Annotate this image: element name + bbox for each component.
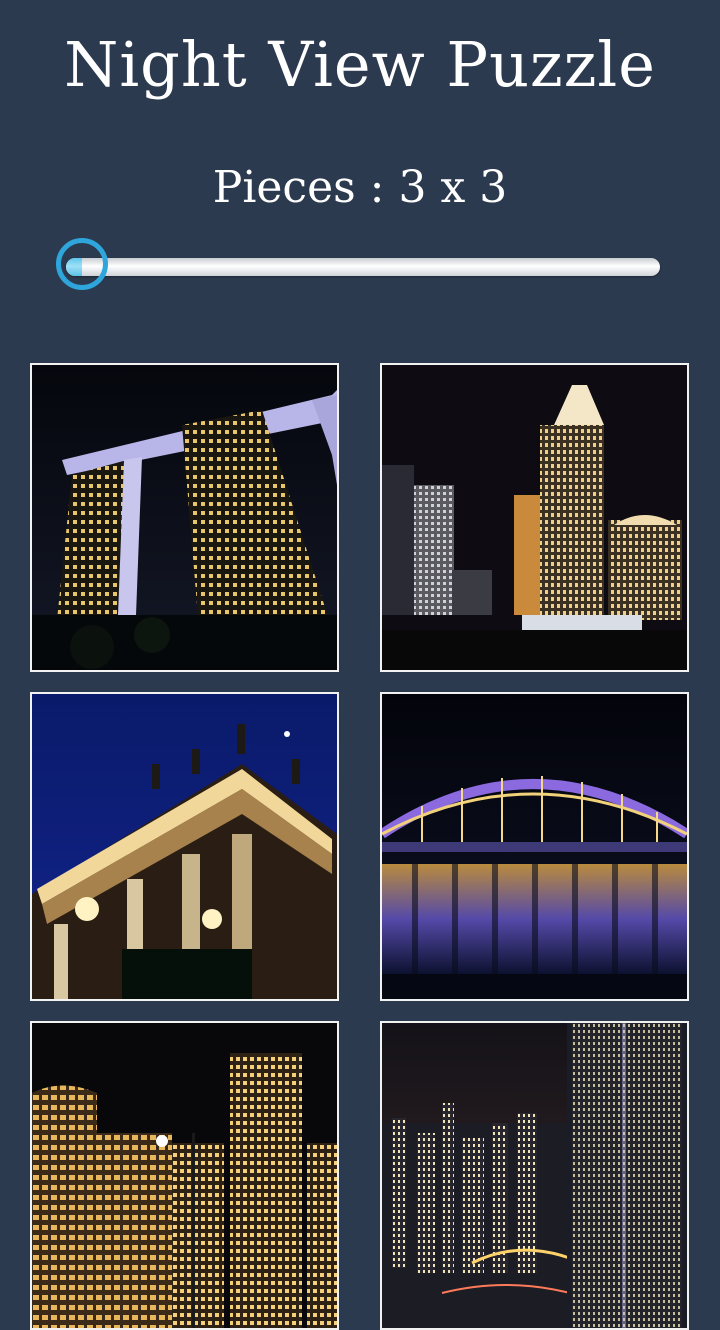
pieces-label: Pieces : 3 x 3	[212, 162, 508, 213]
image-tile-city-panorama[interactable]	[380, 1021, 689, 1330]
city-panorama-image	[382, 1023, 687, 1328]
image-tile-tower-street[interactable]	[30, 1021, 339, 1330]
opera-house-image	[32, 694, 337, 999]
sky-hotel-image	[32, 365, 337, 670]
app-title: Night View Puzzle	[64, 28, 656, 101]
image-tile-bridge[interactable]	[380, 692, 689, 1001]
skyline-image	[382, 365, 687, 670]
image-tile-sky-hotel[interactable]	[30, 363, 339, 672]
bridge-image	[382, 694, 687, 999]
slider-thumb[interactable]	[56, 238, 108, 290]
slider-track[interactable]	[66, 258, 660, 276]
image-tile-skyline[interactable]	[380, 363, 689, 672]
pieces-slider[interactable]	[56, 236, 660, 298]
image-tile-opera-house[interactable]	[30, 692, 339, 1001]
tower-street-image	[32, 1023, 337, 1328]
